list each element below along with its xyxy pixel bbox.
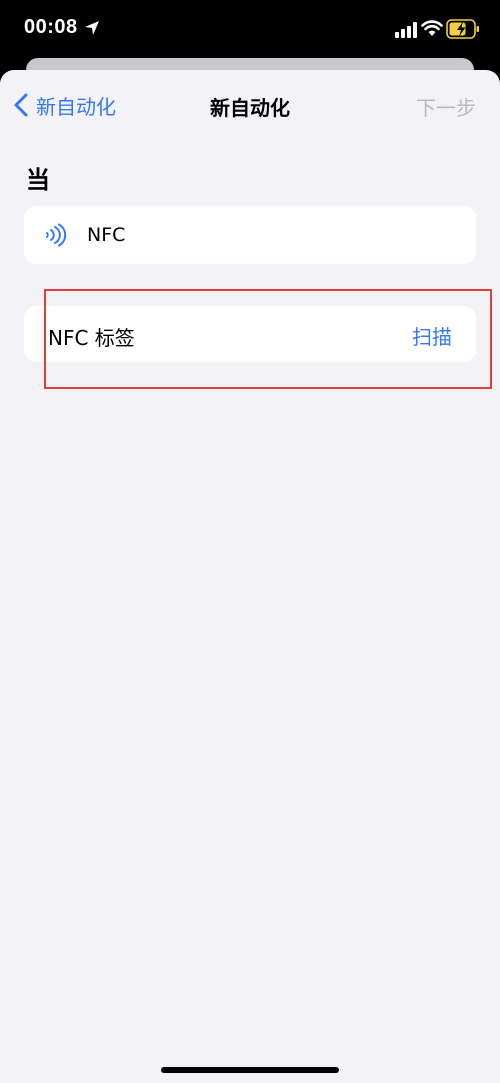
location-arrow-icon [85,21,99,35]
annotation-highlight-box [44,289,492,389]
new-automation-sheet: 新自动化 新自动化 下一步 当 NFC NFC 标签 扫描 [0,70,500,1083]
wifi-icon [421,20,443,36]
trigger-label: NFC [87,224,126,246]
home-indicator[interactable] [161,1067,339,1073]
next-button[interactable]: 下一步 [416,92,476,121]
trigger-row[interactable]: NFC [24,206,476,264]
cellular-signal-icon [395,22,417,38]
battery-charging-icon [446,19,479,39]
nfc-icon [46,223,67,247]
section-heading: 当 [26,166,50,194]
status-bar: 00:08 [0,0,500,62]
status-time: 00:08 [24,16,78,38]
